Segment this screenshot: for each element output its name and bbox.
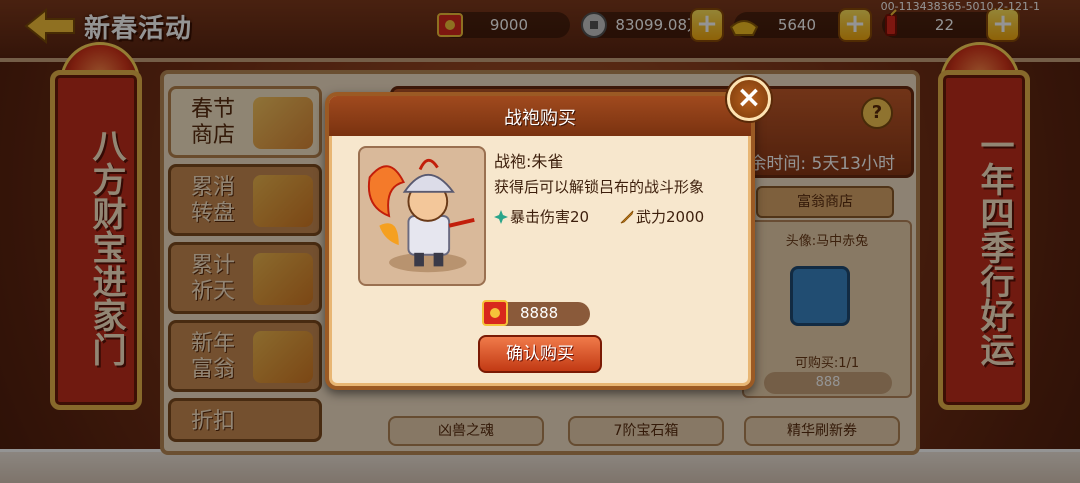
sword-icon	[620, 210, 634, 224]
costume-preview	[358, 146, 486, 286]
close-button[interactable]: ×	[727, 77, 771, 121]
hero-portrait-icon	[367, 158, 475, 273]
stat-crit: 暴击伤害20	[494, 206, 589, 227]
crit-icon	[494, 210, 508, 224]
red-envelope-icon	[482, 300, 508, 326]
confirm-purchase-button[interactable]: 确认购买	[478, 335, 602, 373]
dialog-header: 战袍购买	[329, 96, 751, 136]
stat-force: 武力2000	[620, 206, 704, 227]
stat-force-text: 武力2000	[636, 208, 705, 226]
price-value: 8888	[520, 304, 559, 322]
costume-name: 战袍:朱雀	[494, 152, 564, 171]
price-display: 8888	[482, 300, 590, 326]
stat-crit-text: 暴击伤害20	[510, 208, 590, 226]
costume-description: 获得后可以解锁吕布的战斗形象	[494, 178, 705, 196]
dialog-title: 战袍购买	[504, 108, 576, 129]
